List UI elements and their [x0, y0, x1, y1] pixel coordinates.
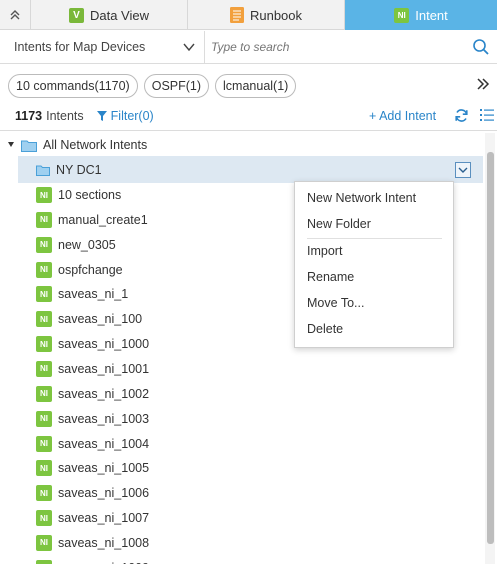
menu-item-move-to[interactable]: Move To...: [307, 296, 364, 310]
filter-label: Filter(0): [110, 109, 154, 123]
scope-dropdown[interactable]: Intents for Map Devices: [0, 30, 205, 64]
network-intent-icon: NI: [36, 187, 52, 203]
intent-label: saveas_ni_100: [58, 312, 143, 327]
add-intent-button[interactable]: + Add Intent: [369, 109, 436, 123]
data-view-icon: V: [68, 7, 84, 23]
intent-label: new_0305: [58, 237, 116, 252]
network-intent-icon: NI: [36, 311, 52, 328]
tab-label: Intent: [415, 7, 448, 23]
tab-label: Data View: [89, 7, 149, 23]
intent-list-item[interactable]: NI 10 sections: [36, 184, 121, 206]
search-input[interactable]: [205, 30, 469, 64]
network-intent-icon: NI: [36, 460, 52, 477]
network-intent-icon: NI: [36, 360, 52, 377]
chip-10-commands[interactable]: 10 commands(1170): [8, 74, 138, 98]
network-intent-icon: NI: [36, 410, 52, 427]
network-intent-icon: NI: [36, 485, 52, 502]
menu-separator: [307, 238, 442, 239]
intent-list-item[interactable]: NI saveas_ni_1001: [36, 358, 149, 380]
intent-label: saveas_ni_1004: [58, 436, 150, 451]
tab-intent[interactable]: NI Intent: [345, 0, 497, 30]
network-intent-icon: NI: [36, 534, 52, 551]
intent-list-item[interactable]: NI saveas_ni_1007: [36, 507, 149, 529]
intent-list-item[interactable]: NI saveas_ni_1006: [36, 482, 149, 504]
filter-chips: 10 commands(1170) OSPF(1) lcmanual(1): [0, 64, 497, 108]
network-intent-icon: NI: [36, 286, 52, 303]
tab-bar: V Data View Runbook NI Intent: [0, 0, 497, 30]
intent-label: saveas_ni_1008: [58, 535, 150, 550]
tab-runbook[interactable]: Runbook: [188, 0, 345, 30]
intent-list-item[interactable]: NI manual_create1: [36, 209, 148, 231]
tab-data-view[interactable]: V Data View: [31, 0, 188, 30]
filter-icon: [96, 111, 107, 121]
tab-label: Runbook: [249, 7, 303, 23]
network-intent-icon: NI: [36, 510, 52, 527]
search-row: Intents for Map Devices: [0, 30, 497, 64]
intent-list-item[interactable]: NI saveas_ni_1008: [36, 532, 149, 554]
menu-item-import[interactable]: Import: [307, 244, 342, 258]
intent-label: ospfchange: [58, 262, 123, 277]
folder-menu-button[interactable]: [455, 162, 471, 178]
chevron-down-icon: [183, 43, 195, 51]
network-intent-icon: NI: [36, 336, 52, 353]
network-intent-icon: NI: [36, 236, 52, 253]
chip-ospf[interactable]: OSPF(1): [143, 74, 210, 98]
double-chevron-right-icon[interactable]: [476, 77, 490, 91]
network-intent-icon: NI: [36, 211, 52, 228]
intent-label: saveas_ni_1003: [58, 411, 150, 426]
scrollbar-thumb[interactable]: [487, 152, 494, 544]
tree-root-label: All Network Intents: [43, 138, 148, 152]
refresh-icon[interactable]: [454, 108, 469, 123]
caret-down-icon[interactable]: [7, 141, 15, 149]
menu-item-rename[interactable]: Rename: [307, 270, 354, 284]
intent-list-item[interactable]: NI saveas_ni_1003: [36, 408, 149, 430]
folder-icon: [36, 165, 50, 176]
intent-label: saveas_ni_1001: [58, 361, 150, 376]
double-chevron-up-icon: [10, 10, 20, 20]
filter-button[interactable]: Filter(0): [96, 109, 154, 123]
intent-list-item[interactable]: NI saveas_ni_1004: [36, 433, 149, 455]
tree-folder-ny-dc1[interactable]: NY DC1: [18, 156, 483, 183]
scope-label: Intents for Map Devices: [14, 40, 146, 54]
intent-count-label: Intents: [46, 109, 84, 123]
folder-icon: [21, 140, 37, 152]
intent-label: saveas_ni_1000: [58, 337, 150, 352]
intent-label: manual_create1: [58, 212, 148, 227]
menu-item-delete[interactable]: Delete: [307, 322, 343, 336]
intent-label: saveas_ni_1007: [58, 511, 150, 526]
intent-toolbar: 1173 Intents Filter(0) + Add Intent: [0, 105, 497, 127]
network-intent-icon: NI: [36, 559, 52, 564]
intent-label: saveas_ni_1005: [58, 461, 150, 476]
intent-list-item[interactable]: NI saveas_ni_100: [36, 308, 142, 330]
tree-root[interactable]: All Network Intents: [0, 135, 147, 155]
chip-lcmanual[interactable]: lcmanual(1): [215, 74, 297, 98]
network-intent-icon: NI: [36, 435, 52, 452]
intent-list-item[interactable]: NIsaveas_ni_1009: [36, 557, 149, 564]
menu-item-new-network-intent[interactable]: New Network Intent: [307, 191, 416, 205]
intent-label: saveas_ni_1002: [58, 386, 150, 401]
intent-count: 1173: [15, 109, 43, 123]
collapse-panel-button[interactable]: [0, 0, 31, 30]
chevron-down-icon: [458, 167, 468, 173]
intent-list-item[interactable]: NI new_0305: [36, 234, 116, 256]
intent-label: saveas_ni_1: [58, 287, 129, 302]
list-view-icon[interactable]: [480, 108, 494, 122]
folder-label: NY DC1: [56, 162, 102, 177]
intent-list-item[interactable]: NI saveas_ni_1002: [36, 383, 149, 405]
intent-list-item[interactable]: NI saveas_ni_1005: [36, 457, 149, 479]
intent-list-item[interactable]: NI saveas_ni_1: [36, 283, 128, 305]
context-menu: New Network Intent New Folder Import Ren…: [294, 181, 454, 348]
intent-label: 10 sections: [58, 188, 122, 202]
menu-item-new-folder[interactable]: New Folder: [307, 217, 371, 231]
network-intent-icon: NI: [36, 261, 52, 278]
runbook-icon: [229, 7, 244, 23]
network-intent-icon: NI: [36, 385, 52, 402]
intent-label: saveas_ni_1006: [58, 486, 150, 501]
search-icon[interactable]: [469, 35, 493, 59]
intent-list-item[interactable]: NI saveas_ni_1000: [36, 333, 149, 355]
intent-icon: NI: [394, 7, 410, 23]
intent-list-item[interactable]: NI ospfchange: [36, 259, 123, 281]
